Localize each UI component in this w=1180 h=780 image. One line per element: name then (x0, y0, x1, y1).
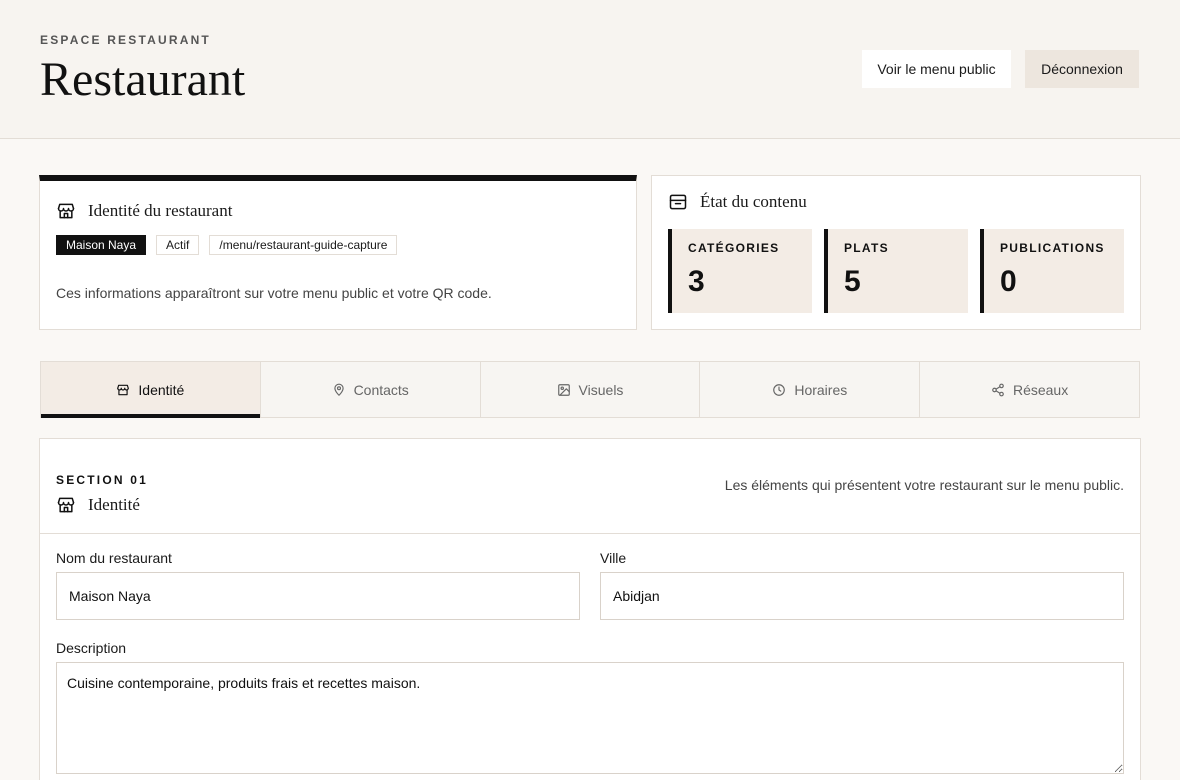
menu-slug-badge: /menu/restaurant-guide-capture (209, 235, 398, 255)
status-card-header: État du contenu (668, 192, 807, 212)
header-eyebrow: ESPACE RESTAURANT (40, 33, 211, 47)
city-input[interactable] (600, 572, 1124, 620)
status-badge: Actif (156, 235, 200, 255)
stat-value: 5 (844, 265, 861, 298)
section-eyebrow: SECTION 01 (56, 473, 149, 487)
share-icon (991, 383, 1005, 397)
identity-card-description: Ces informations apparaîtront sur votre … (56, 285, 492, 301)
store-icon (116, 383, 130, 397)
tab-label: Visuels (578, 381, 624, 398)
section-divider (40, 533, 1140, 534)
tab-networks[interactable]: Réseaux (920, 362, 1139, 417)
tab-visuals[interactable]: Visuels (481, 362, 701, 417)
image-icon (557, 383, 571, 397)
stat-dishes: PLATS 5 (824, 229, 968, 313)
identity-card-title: Identité du restaurant (88, 201, 233, 220)
description-label: Description (56, 640, 127, 656)
tab-label: Identité (138, 381, 185, 398)
stat-label: PUBLICATIONS (1000, 241, 1105, 255)
inbox-icon (668, 192, 688, 212)
map-pin-icon (332, 383, 346, 397)
section-header: Identité (56, 495, 140, 515)
restaurant-name-input[interactable] (56, 572, 580, 620)
status-card-title: État du contenu (700, 192, 807, 211)
page-header: ESPACE RESTAURANT Restaurant Voir le men… (0, 0, 1180, 139)
identity-section: SECTION 01 Identité Les éléments qui pré… (39, 438, 1141, 780)
identity-card: Identité du restaurant Maison Naya Actif… (39, 175, 637, 330)
stat-label: CATÉGORIES (688, 241, 780, 255)
section-note: Les éléments qui présentent votre restau… (724, 477, 1124, 493)
page-title: Restaurant (40, 53, 246, 106)
content-status-card: État du contenu CATÉGORIES 3 PLATS 5 PUB… (651, 175, 1141, 330)
tab-label: Horaires (794, 381, 848, 398)
stat-publications: PUBLICATIONS 0 (980, 229, 1124, 313)
identity-badges: Maison Naya Actif /menu/restaurant-guide… (56, 235, 398, 255)
store-icon (56, 201, 76, 221)
settings-tabs: Identité Contacts Visuels Horaires Résea… (40, 361, 1140, 418)
logout-button[interactable]: Déconnexion (1025, 50, 1139, 88)
restaurant-name-badge: Maison Naya (56, 235, 147, 255)
stat-value: 0 (1000, 265, 1017, 298)
tab-identity[interactable]: Identité (41, 362, 261, 418)
clock-icon (772, 383, 786, 397)
tab-contacts[interactable]: Contacts (261, 362, 481, 417)
restaurant-name-label: Nom du restaurant (56, 550, 172, 566)
view-public-menu-button[interactable]: Voir le menu public (862, 50, 1011, 88)
tab-label: Réseaux (1012, 381, 1069, 398)
stat-categories: CATÉGORIES 3 (668, 229, 812, 313)
section-title: Identité (88, 495, 140, 514)
tab-label: Contacts (353, 381, 409, 398)
store-icon (56, 495, 76, 515)
description-textarea[interactable]: Cuisine contemporaine, produits frais et… (56, 662, 1124, 774)
stat-label: PLATS (844, 241, 889, 255)
stats-row: CATÉGORIES 3 PLATS 5 PUBLICATIONS 0 (668, 229, 1124, 313)
tab-hours[interactable]: Horaires (700, 362, 921, 417)
city-label: Ville (600, 550, 627, 566)
identity-card-header: Identité du restaurant (56, 201, 232, 221)
stat-value: 3 (688, 265, 705, 298)
